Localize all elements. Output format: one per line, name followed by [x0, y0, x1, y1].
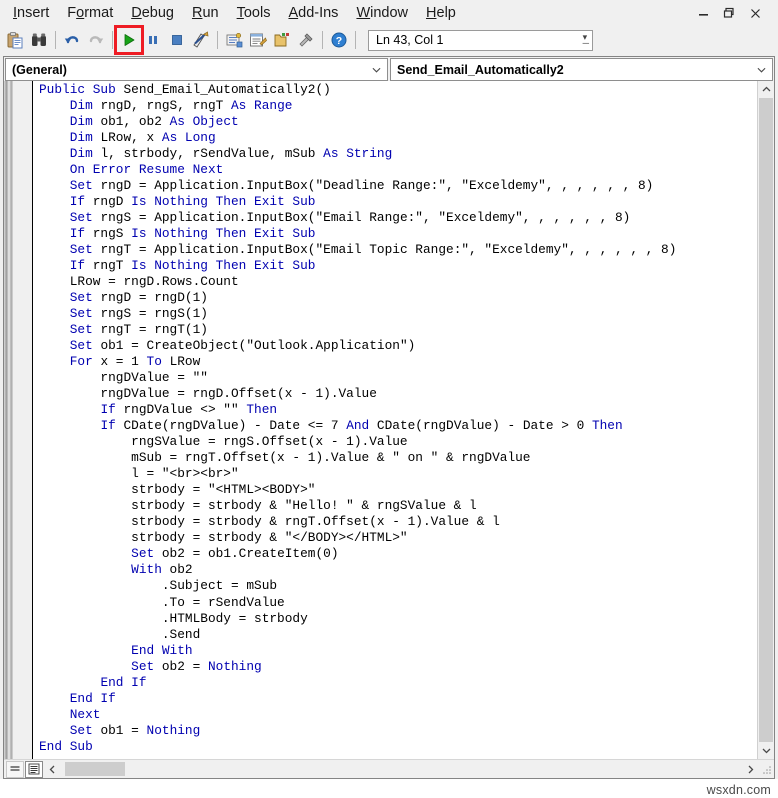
project-explorer-icon	[225, 31, 243, 49]
menu-item-insert[interactable]: Insert	[4, 2, 58, 24]
svg-text:?: ?	[336, 35, 342, 47]
toolbar-separator	[322, 31, 323, 49]
resize-grip[interactable]	[759, 760, 774, 778]
run-sub-userform-button[interactable]	[117, 28, 141, 52]
pause-bars-icon	[145, 32, 161, 48]
menu-item-add-ins[interactable]: Add-Ins	[279, 2, 347, 24]
properties-window-icon	[249, 31, 267, 49]
menu-item-run[interactable]: Run	[183, 2, 228, 24]
window-controls	[690, 0, 768, 26]
menu-item-window[interactable]: Window	[347, 2, 417, 24]
cursor-position-text: Ln 43, Col 1	[376, 33, 443, 47]
code-text[interactable]: Public Sub Send_Email_Automatically2() D…	[33, 81, 757, 759]
full-module-view-icon	[28, 763, 40, 775]
undo-arrow-icon	[63, 31, 81, 49]
help-button[interactable]: ?	[327, 28, 351, 52]
object-dropdown[interactable]: (General)	[5, 58, 388, 81]
menu-item-format[interactable]: Format	[58, 2, 122, 24]
toolbox-button[interactable]	[294, 28, 318, 52]
close-icon	[750, 8, 761, 19]
code-editor-area: Public Sub Send_Email_Automatically2() D…	[4, 81, 774, 759]
project-explorer-button[interactable]	[222, 28, 246, 52]
scroll-down-button[interactable]	[758, 742, 774, 759]
scroll-right-button[interactable]	[742, 760, 759, 778]
menu-item-tools[interactable]: Tools	[228, 2, 280, 24]
footer-strip: wsxdn.com	[0, 779, 778, 798]
chevron-down-icon	[757, 65, 766, 74]
break-button[interactable]	[141, 28, 165, 52]
redo-button[interactable]	[84, 28, 108, 52]
restore-button[interactable]	[716, 2, 742, 24]
stop-square-icon	[169, 32, 185, 48]
chevron-left-icon	[48, 765, 57, 774]
full-module-view-button[interactable]	[25, 761, 43, 778]
vertical-scroll-track[interactable]	[758, 98, 774, 742]
reset-button[interactable]	[165, 28, 189, 52]
procedure-dropdown[interactable]: Send_Email_Automatically2	[390, 58, 773, 81]
menu-item-help[interactable]: Help	[417, 2, 465, 24]
toolbar-separator	[355, 31, 356, 49]
toolbar-separator	[217, 31, 218, 49]
minimize-button[interactable]	[690, 2, 716, 24]
menu-item-debug[interactable]: Debug	[122, 2, 183, 24]
code-window-dropdowns: (General) Send_Email_Automatically2	[4, 57, 774, 81]
scroll-left-button[interactable]	[44, 760, 61, 778]
horizontal-scroll-thumb[interactable]	[65, 762, 125, 776]
chevron-down-icon	[372, 65, 381, 74]
toolbar-separator	[55, 31, 56, 49]
toolbox-hammer-icon	[297, 31, 315, 49]
chevron-down-icon	[762, 746, 771, 755]
chevron-up-icon	[762, 85, 771, 94]
binoculars-icon	[30, 31, 48, 49]
menu-bar: Insert Format Debug Run Tools Add-Ins Wi…	[0, 0, 778, 26]
procedure-dropdown-value: Send_Email_Automatically2	[397, 63, 564, 77]
redo-arrow-icon	[87, 31, 105, 49]
horizontal-scrollbar[interactable]	[44, 760, 774, 778]
close-button[interactable]	[742, 2, 768, 24]
margin-indicator-bar[interactable]	[4, 81, 33, 759]
procedure-view-icon	[9, 763, 21, 775]
help-question-icon: ?	[330, 31, 348, 49]
overflow-chevron-icon[interactable]: ▾─	[583, 34, 589, 46]
ruler-pencil-icon	[192, 31, 210, 49]
object-dropdown-value: (General)	[12, 63, 67, 77]
paste-button[interactable]	[3, 28, 27, 52]
vba-editor-window: Insert Format Debug Run Tools Add-Ins Wi…	[0, 0, 778, 798]
chevron-right-icon	[746, 765, 755, 774]
find-button[interactable]	[27, 28, 51, 52]
minimize-icon	[698, 8, 709, 19]
play-triangle-icon	[121, 32, 137, 48]
object-browser-button[interactable]	[270, 28, 294, 52]
toolbar: ? Ln 43, Col 1 ▾─	[0, 26, 778, 54]
paste-icon	[6, 31, 24, 49]
site-watermark: wsxdn.com	[706, 783, 772, 797]
horizontal-scroll-track[interactable]	[61, 760, 742, 778]
code-window-bottom-bar	[4, 759, 774, 778]
restore-icon	[723, 7, 735, 19]
design-mode-button[interactable]	[189, 28, 213, 52]
vertical-scroll-thumb[interactable]	[759, 98, 773, 742]
code-window: (General) Send_Email_Automatically2 Publ…	[3, 56, 775, 779]
undo-button[interactable]	[60, 28, 84, 52]
cursor-position-indicator: Ln 43, Col 1 ▾─	[368, 30, 593, 51]
scroll-up-button[interactable]	[758, 81, 774, 98]
view-mode-buttons	[4, 760, 44, 778]
procedure-view-button[interactable]	[6, 761, 24, 778]
properties-window-button[interactable]	[246, 28, 270, 52]
object-browser-icon	[273, 31, 291, 49]
toolbar-separator	[112, 31, 113, 49]
vertical-scrollbar[interactable]	[757, 81, 774, 759]
resize-grip-icon	[761, 765, 772, 776]
